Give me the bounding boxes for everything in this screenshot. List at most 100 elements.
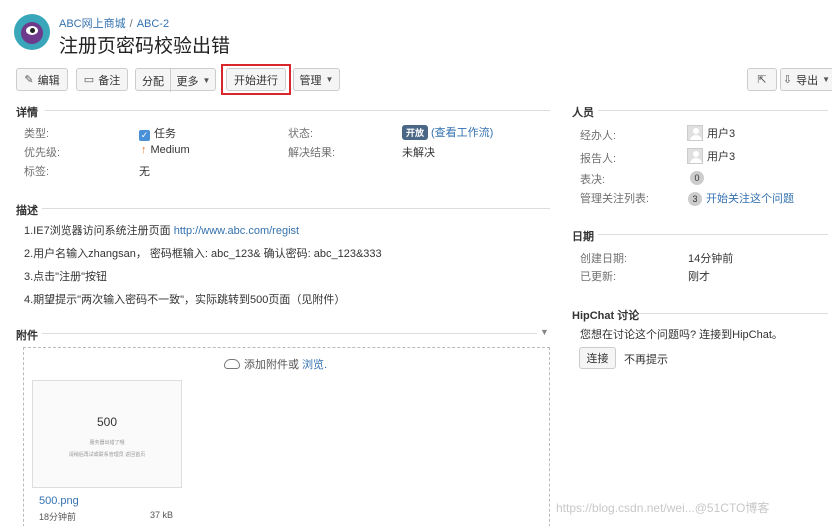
share-button[interactable]: ⇱ [747,68,777,91]
breadcrumb-project-link[interactable]: ABC网上商城 [59,18,126,30]
description-line-1-text: 1.IE7浏览器访问系统注册页面 [24,225,171,237]
votes-badge: 0 [690,171,704,185]
type-value-text: 任务 [154,128,176,140]
export-label: 导出 [796,74,819,87]
created-value: 14分钟前 [688,253,734,265]
project-avatar[interactable] [14,14,50,50]
export-dropdown[interactable]: ⇩ 导出 ▼ [780,68,832,91]
admin-label: 管理 [299,74,322,87]
start-watching-link[interactable]: 开始关注这个问题 [706,193,794,205]
edit-label: 编辑 [37,74,60,87]
share-icon: ⇱ [757,74,767,86]
view-workflow-link[interactable]: (查看工作流) [431,127,493,139]
watchers-label: 管理关注列表: [580,193,650,205]
breadcrumb: ABC网上商城 / ABC-2 [59,15,169,31]
priority-value: ↑ Medium [141,144,190,156]
pencil-icon: ✎ [24,74,34,86]
details-heading: 详情 [16,107,38,119]
comment-button[interactable]: ▭ 备注 [76,68,128,91]
reporter-name: 用户3 [707,151,736,163]
task-type-icon: ✓ [139,130,150,141]
priority-up-arrow-icon: ↑ [141,144,147,156]
resolution-value: 未解决 [402,147,435,159]
attachments-heading: 附件 [16,330,38,342]
watchers-badge: 3 [688,192,702,206]
section-divider [42,333,537,334]
created-label: 创建日期: [580,253,628,265]
attachment-filename-link[interactable]: 500.png [39,495,79,507]
assign-label: 分配 [142,75,164,88]
caret-down-icon: ▼ [325,75,334,84]
assignee-value[interactable]: 用户3 [687,125,735,141]
labels-value: 无 [139,166,150,178]
upload-text: 添加附件或 [244,359,299,371]
type-label: 类型: [24,128,50,140]
section-divider [640,313,828,314]
section-divider [598,110,828,111]
browse-link[interactable]: 浏览. [302,359,327,371]
attachments-options-caret-icon[interactable]: ▼ [540,327,549,337]
section-divider [42,208,550,209]
watermark: https://blog.csdn.net/wei...@51CTO博客 [556,501,770,515]
more-dropdown[interactable]: 更多 ▼ [171,69,216,92]
attachment-thumbnail[interactable]: 500 服务器出错了哦 请稍后再试或联系管理员 返回首页 [32,380,182,488]
page-title: 注册页密码校验出错 [59,36,231,57]
assign-button[interactable]: 分配 [136,69,171,92]
caret-down-icon: ▼ [202,76,211,85]
comment-icon: ▭ [83,74,95,86]
priority-value-text: Medium [150,144,190,156]
description-line-2: 2.用户名输入zhangsan， 密码框输入: abc_123& 确认密码: a… [24,248,382,260]
resolution-label: 解决结果: [288,147,336,159]
section-divider [45,110,550,111]
workflow-button-group: 分配 更多 ▼ [135,68,216,92]
type-value: ✓ 任务 [139,125,176,141]
status-lozenge: 开放 [402,125,429,140]
watchers-value: 3 开始关注这个问题 [688,190,794,206]
updated-value: 刚才 [688,271,710,283]
cloud-upload-icon [224,359,240,369]
dismiss-hipchat-link[interactable]: 不再提示 [624,351,668,367]
attachment-size: 37 kB [150,510,174,520]
reporter-label: 报告人: [580,153,617,165]
thumbnail-caption-2: 请稍后再试或联系管理员 返回首页 [68,452,146,458]
description-line-3: 3.点击"注册"按钮 [24,271,107,283]
updated-label: 已更新: [580,271,617,283]
attachment-time: 18分钟前 [39,512,77,522]
export-icon: ⇩ [782,74,793,86]
assignee-label: 经办人: [580,130,617,142]
more-label: 更多 [176,75,199,88]
thumbnail-caption-1: 服务器出错了哦 [89,440,125,446]
comment-label: 备注 [98,74,121,87]
dates-heading: 日期 [572,231,594,243]
assignee-name: 用户3 [707,128,736,140]
status-label: 状态: [288,128,314,140]
hipchat-prompt: 您想在讨论这个问题吗? 连接到HipChat。 [580,329,783,341]
user-avatar-icon [687,125,703,141]
description-line-4: 4.期望提示"两次输入密码不一致"，实际跳转到500页面（见附件） [24,294,346,306]
upload-prompt: 添加附件或 浏览. [224,356,327,372]
edit-button[interactable]: ✎ 编辑 [16,68,68,91]
regist-url-link[interactable]: http://www.abc.com/regist [174,225,299,237]
breadcrumb-separator: / [129,18,133,30]
votes-label: 表决: [580,174,606,186]
connect-hipchat-button[interactable]: 连接 [579,347,616,369]
admin-dropdown[interactable]: 管理 ▼ [293,68,340,91]
issue-header: ABC网上商城 / ABC-2 注册页密码校验出错 [14,12,514,57]
attachment-dropzone[interactable]: 添加附件或 浏览. 500 服务器出错了哦 请稍后再试或联系管理员 返回首页 5… [23,347,550,526]
people-heading: 人员 [572,107,594,119]
status-value: 开放 (查看工作流) [402,124,493,140]
hipchat-heading: HipChat 讨论 [572,310,640,322]
description-line-1: 1.IE7浏览器访问系统注册页面 http://www.abc.com/regi… [24,222,299,238]
votes-value[interactable]: 0 [690,171,708,185]
issue-toolbar: ✎ 编辑 ▭ 备注 分配 更多 ▼ 开始进行 管理 ▼ ⇱ ⇩ 导出 ▼ [16,64,832,95]
section-divider [598,234,828,235]
breadcrumb-issue-link[interactable]: ABC-2 [137,18,169,30]
highlight-box [221,64,291,95]
caret-down-icon: ▼ [822,75,831,84]
reporter-value[interactable]: 用户3 [687,148,735,164]
priority-label: 优先级: [24,147,61,159]
thumbnail-500-text: 500 [96,415,118,429]
user-avatar-icon [687,148,703,164]
labels-label: 标签: [24,166,50,178]
description-heading: 描述 [16,205,38,217]
